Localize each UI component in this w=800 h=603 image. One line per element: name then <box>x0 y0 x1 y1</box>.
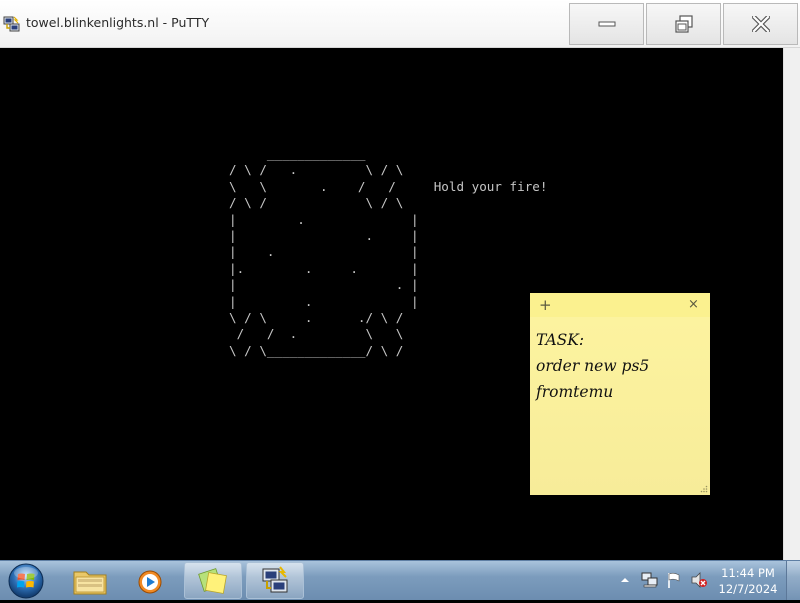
taskbar-putty-button[interactable] <box>246 562 304 599</box>
taskbar: 11:44 PM 12/7/2024 <box>0 560 800 600</box>
taskbar-explorer-button[interactable] <box>62 562 120 599</box>
clock-date: 12/7/2024 <box>718 582 778 596</box>
sticky-notes-icon <box>198 568 227 594</box>
sticky-note-header[interactable]: + × <box>530 293 710 317</box>
show-hidden-icons-icon[interactable] <box>619 573 631 587</box>
system-clock[interactable]: 11:44 PM 12/7/2024 <box>712 565 784 597</box>
media-player-icon <box>138 570 162 594</box>
sticky-note[interactable]: + × TASK: order new ps5 fromtemu <box>530 293 710 495</box>
clock-time: 11:44 PM <box>721 566 775 580</box>
taskbar-media-player-button[interactable] <box>121 562 179 599</box>
terminal-output: _____________ / \ / . \ / \ \ \ . / / Ho… <box>229 146 548 358</box>
vertical-scrollbar[interactable] <box>783 48 800 560</box>
minimize-button[interactable] <box>569 3 644 45</box>
window-title: towel.blinkenlights.nl - PuTTY <box>26 15 210 30</box>
volume-muted-icon[interactable] <box>690 571 708 589</box>
delete-note-button[interactable]: × <box>688 297 699 312</box>
sticky-note-line: TASK: <box>536 331 585 349</box>
windows-explorer-icon <box>73 571 107 595</box>
minimize-icon <box>598 21 615 27</box>
putty-icon <box>3 16 20 32</box>
restore-icon <box>674 15 693 33</box>
action-center-flag-icon[interactable] <box>666 571 682 589</box>
start-orb-icon[interactable] <box>6 562 46 600</box>
sticky-note-line: fromtemu <box>536 383 614 401</box>
maximize-button[interactable] <box>646 3 721 45</box>
window-titlebar[interactable]: towel.blinkenlights.nl - PuTTY <box>0 0 800 48</box>
resize-grip-icon[interactable] <box>700 485 708 493</box>
sticky-note-text[interactable]: TASK: order new ps5 fromtemu <box>536 327 704 405</box>
close-icon <box>751 16 770 32</box>
taskbar-sticky-notes-button[interactable] <box>184 562 242 599</box>
show-desktop-button[interactable] <box>786 561 800 600</box>
sticky-note-line: order new ps5 <box>536 357 650 375</box>
network-icon[interactable] <box>640 571 660 589</box>
close-button[interactable] <box>723 3 798 45</box>
putty-icon <box>262 566 288 593</box>
add-note-button[interactable]: + <box>539 296 552 314</box>
